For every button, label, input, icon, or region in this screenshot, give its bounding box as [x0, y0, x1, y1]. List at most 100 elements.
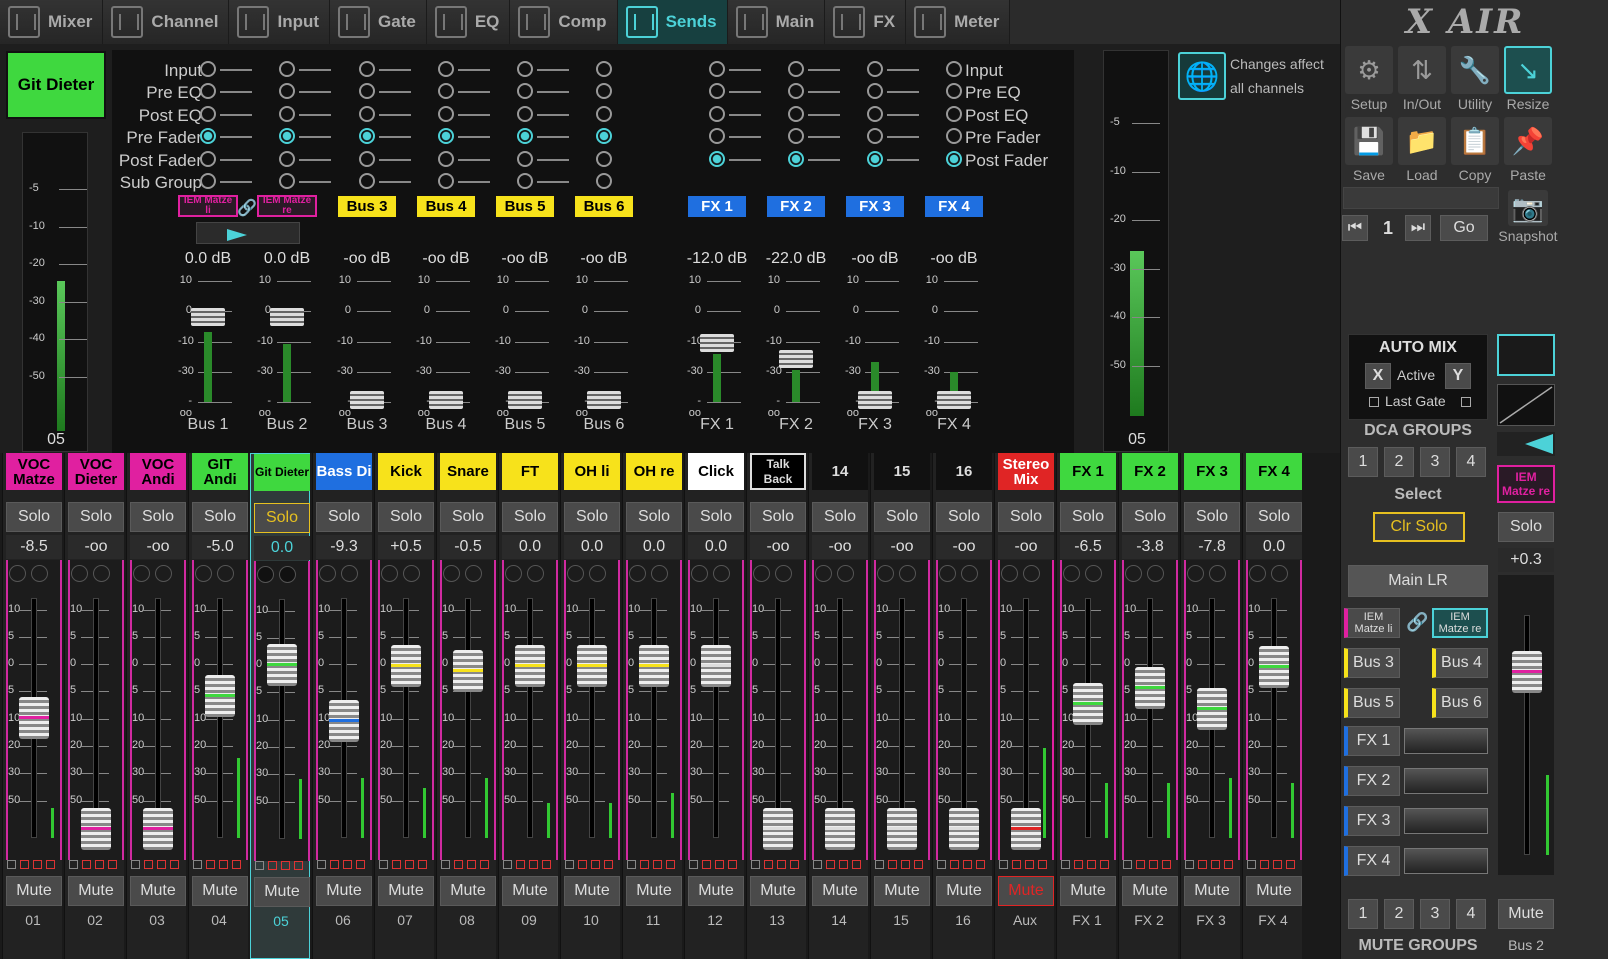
solo-button[interactable]: Solo [1122, 502, 1178, 532]
fader-knob[interactable] [577, 645, 607, 687]
solo-button[interactable]: Solo [6, 502, 62, 532]
knob-icon[interactable] [31, 565, 48, 582]
solo-button[interactable]: Solo [564, 502, 620, 532]
knob-icon[interactable] [651, 565, 668, 582]
skip-back-icon[interactable]: ⏮ [1342, 215, 1368, 241]
knob-icon[interactable] [1063, 565, 1080, 582]
resize-button[interactable]: ↘ Resize [1502, 46, 1554, 116]
channel-name-button[interactable]: OH re [626, 453, 682, 490]
knob-icon[interactable] [71, 565, 88, 582]
bus-tag[interactable]: Bus 5 [496, 196, 554, 217]
send-tap-radio[interactable] [200, 151, 216, 167]
send-fader[interactable] [779, 350, 813, 368]
link-icon[interactable]: 🔗 [237, 198, 257, 218]
channel-name-button[interactable]: Kick [378, 453, 434, 490]
knob-icon[interactable] [775, 565, 792, 582]
main-lr-button[interactable]: Main LR [1348, 565, 1488, 597]
send-tap-radio[interactable] [517, 61, 533, 77]
knob-icon[interactable] [567, 565, 584, 582]
channel-name-button[interactable]: FX 2 [1122, 453, 1178, 490]
tab-mixer[interactable]: Mixer [0, 0, 104, 44]
knob-icon[interactable] [465, 565, 482, 582]
fx-tap-radio[interactable] [788, 106, 804, 122]
send-tap-radio[interactable] [359, 128, 375, 144]
send-tap-radio[interactable] [359, 83, 375, 99]
fader-knob[interactable] [825, 808, 855, 850]
channel-name-button[interactable]: Snare [440, 453, 496, 490]
mute-button[interactable]: Mute [130, 876, 186, 906]
channel-name-button[interactable]: VOC Matze [6, 453, 62, 490]
knob-icon[interactable] [1023, 565, 1040, 582]
send-tap-radio[interactable] [359, 173, 375, 189]
knob-icon[interactable] [815, 565, 832, 582]
fx-tap-radio[interactable] [946, 106, 962, 122]
solo-button[interactable]: Solo [316, 502, 372, 532]
send-tap-radio[interactable] [200, 128, 216, 144]
send-tap-radio[interactable] [359, 106, 375, 122]
solo-button[interactable]: Solo [192, 502, 248, 532]
channel-name-button[interactable]: 14 [812, 453, 868, 490]
utility-button[interactable]: 🔧 Utility [1449, 46, 1501, 116]
solo-button[interactable]: Solo [1184, 502, 1240, 532]
mute-button[interactable]: Mute [998, 876, 1054, 906]
mute-button[interactable]: Mute [1122, 876, 1178, 906]
fx-tap-radio[interactable] [867, 128, 883, 144]
fader-knob[interactable] [19, 697, 49, 739]
setup-button[interactable]: ⚙ Setup [1343, 46, 1395, 116]
solo-button[interactable]: Solo [502, 502, 558, 532]
send-tap-radio[interactable] [200, 173, 216, 189]
solo-button[interactable]: Solo [626, 502, 682, 532]
bus-select-button[interactable]: IEM Matze li [1344, 608, 1400, 638]
bus-tag[interactable]: IEM Matze li [178, 195, 238, 217]
tab-sends[interactable]: Sends [617, 0, 728, 44]
inout-button[interactable]: ⇅ In/Out [1396, 46, 1448, 116]
send-tap-radio[interactable] [279, 61, 295, 77]
fx-tap-radio[interactable] [709, 106, 725, 122]
bus-select-button[interactable]: FX 4 [1344, 846, 1400, 876]
bus-tag[interactable]: FX 4 [925, 196, 983, 217]
bus2-solo-button[interactable]: Solo [1498, 512, 1554, 542]
fader-knob[interactable] [1197, 688, 1227, 730]
solo-button[interactable]: Solo [440, 502, 496, 532]
bus-select-button[interactable]: Bus 3 [1344, 648, 1400, 678]
solo-button[interactable]: Solo [874, 502, 930, 532]
send-tap-radio[interactable] [517, 83, 533, 99]
tab-fx[interactable]: FX [825, 0, 907, 44]
bus-select-button[interactable]: Bus 4 [1432, 648, 1488, 678]
knob-icon[interactable] [589, 565, 606, 582]
paste-button[interactable]: 📌 Paste [1502, 117, 1554, 187]
fx-tap-radio[interactable] [867, 106, 883, 122]
snapshot-name-field[interactable] [1343, 187, 1499, 209]
knob-icon[interactable] [155, 565, 172, 582]
tab-comp[interactable]: Comp [510, 0, 618, 44]
channel-name-button[interactable]: Git Dieter [6, 51, 106, 119]
mute-group-button[interactable]: 1 [1348, 899, 1378, 929]
send-tap-radio[interactable] [438, 83, 454, 99]
solo-button[interactable]: Solo [812, 502, 868, 532]
mute-button[interactable]: Mute [750, 876, 806, 906]
mute-button[interactable]: Mute [1246, 876, 1302, 906]
link-icon[interactable]: 🔗 [1406, 612, 1428, 633]
bus-select-button[interactable]: IEM Matze re [1432, 608, 1488, 638]
automix-y-button[interactable]: Y [1445, 363, 1471, 389]
fader-knob[interactable] [267, 644, 297, 686]
knob-icon[interactable] [381, 565, 398, 582]
bus2-name[interactable]: IEM Matze re [1497, 465, 1555, 503]
send-tap-radio[interactable] [279, 151, 295, 167]
bus-select-button[interactable]: FX 2 [1344, 766, 1400, 796]
send-tap-radio[interactable] [200, 61, 216, 77]
channel-name-button[interactable]: 16 [936, 453, 992, 490]
send-fader[interactable] [700, 334, 734, 352]
mute-button[interactable]: Mute [874, 876, 930, 906]
mute-group-button[interactable]: 3 [1420, 899, 1450, 929]
mute-button[interactable]: Mute [936, 876, 992, 906]
solo-button[interactable]: Solo [936, 502, 992, 532]
fader-knob[interactable] [329, 700, 359, 742]
knob-icon[interactable] [753, 565, 770, 582]
knob-icon[interactable] [713, 565, 730, 582]
send-tap-radio[interactable] [596, 173, 612, 189]
fx-unit-thumbnail[interactable] [1404, 768, 1488, 794]
bus-tag[interactable]: FX 1 [688, 196, 746, 217]
bus-select-button[interactable]: FX 1 [1344, 726, 1400, 756]
bus2-mute-button[interactable]: Mute [1498, 899, 1554, 929]
